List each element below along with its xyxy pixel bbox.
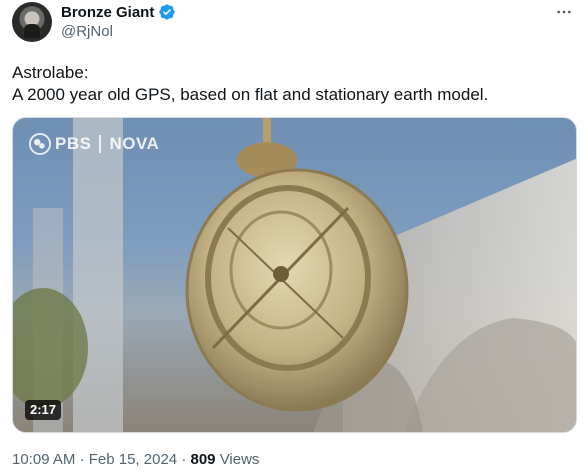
tweet-text-line-2: A 2000 year old GPS, based on flat and s… — [12, 85, 489, 104]
display-name[interactable]: Bronze Giant — [61, 4, 154, 21]
video-player[interactable]: PBS NOVA 2:17 — [12, 117, 577, 433]
tweet-date[interactable]: Feb 15, 2024 — [89, 451, 177, 468]
avatar[interactable] — [12, 2, 52, 42]
video-watermark: PBS NOVA — [29, 133, 159, 155]
verified-badge-icon — [159, 4, 176, 20]
tweet-card[interactable]: Bronze Giant @RjNol Astrolabe: A 2000 ye… — [0, 0, 588, 473]
watermark-divider — [99, 135, 102, 153]
tweet-text: Astrolabe: A 2000 year old GPS, based on… — [12, 62, 572, 106]
meta-separator-2: · — [181, 451, 187, 468]
watermark-brand: PBS — [55, 134, 92, 153]
tweet-meta: 10:09 AM · Feb 15, 2024 · 809 Views — [12, 451, 259, 468]
author-name-row: Bronze Giant — [61, 2, 176, 22]
more-options-button[interactable] — [552, 2, 576, 22]
views-label: Views — [219, 451, 260, 468]
pbs-logo-icon — [29, 133, 51, 155]
tweet-text-line-1: Astrolabe: — [12, 63, 89, 82]
video-duration-badge: 2:17 — [25, 400, 62, 420]
author-handle[interactable]: @RjNol — [61, 23, 113, 40]
meta-separator: · — [79, 451, 85, 468]
more-horizontal-icon — [557, 10, 571, 14]
video-thumbnail — [13, 118, 576, 432]
watermark-show: NOVA — [109, 134, 160, 153]
views-count: 809 — [190, 451, 216, 468]
tweet-time[interactable]: 10:09 AM — [12, 451, 75, 468]
